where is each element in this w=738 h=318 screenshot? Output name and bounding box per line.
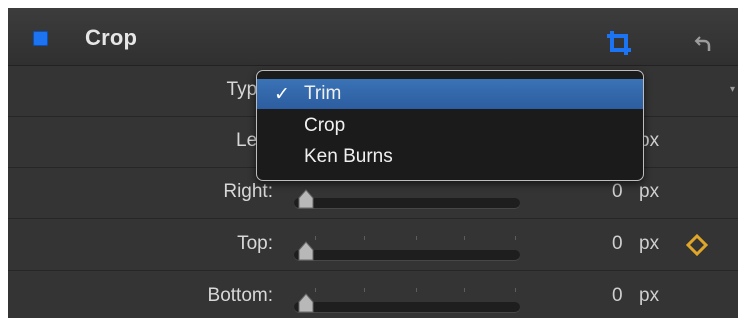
param-row-bottom: Bottom: 0 px	[8, 272, 738, 318]
slider-knob[interactable]	[298, 293, 314, 313]
reset-arrow-icon[interactable]	[694, 34, 712, 52]
keyframe-diamond-icon[interactable]	[686, 234, 708, 256]
param-value[interactable]: 0	[612, 233, 623, 255]
menu-item-crop[interactable]: Crop	[257, 111, 643, 141]
menu-item-label: Ken Burns	[304, 146, 393, 167]
slider-track	[294, 302, 520, 312]
param-value[interactable]: 0	[612, 285, 623, 307]
type-dropdown-menu: ✓ Trim Crop Ken Burns	[256, 70, 644, 181]
param-label: Right:	[223, 181, 273, 202]
menu-item-trim[interactable]: ✓ Trim	[257, 79, 643, 109]
slider-track	[294, 250, 520, 260]
menu-item-label: Crop	[304, 115, 346, 136]
param-label: Bottom:	[207, 285, 273, 306]
param-unit: px	[639, 181, 660, 202]
crop-section-header: Crop	[8, 8, 738, 66]
menu-item-label: Trim	[304, 83, 342, 104]
enable-checkbox[interactable]	[33, 31, 48, 46]
param-row-top: Top: 0 px	[8, 220, 738, 271]
slider-track	[294, 198, 520, 208]
crop-icon[interactable]	[605, 29, 633, 57]
crop-inspector-panel: Crop Type: ▾ Left: 0 px Right: 0 px	[8, 8, 738, 318]
menu-item-ken-burns[interactable]: Ken Burns	[257, 142, 643, 172]
slider-ticks	[294, 236, 520, 242]
chevron-down-icon[interactable]: ▾	[730, 84, 738, 98]
param-label: Top:	[237, 233, 273, 254]
param-value[interactable]: 0	[612, 181, 623, 203]
slider-ticks	[294, 288, 520, 294]
slider-knob[interactable]	[298, 189, 314, 209]
param-unit: px	[639, 285, 660, 306]
param-slider[interactable]	[294, 272, 520, 318]
param-slider[interactable]	[294, 220, 520, 270]
slider-knob[interactable]	[298, 241, 314, 261]
checkmark-icon: ✓	[274, 84, 290, 105]
param-unit: px	[639, 233, 660, 254]
section-title: Crop	[85, 25, 138, 50]
